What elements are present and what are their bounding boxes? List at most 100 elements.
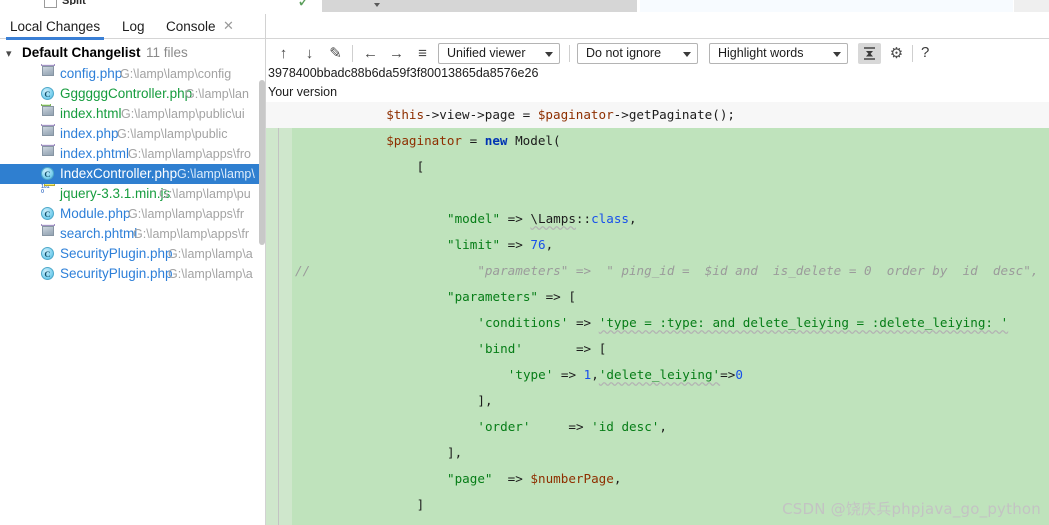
code-line[interactable]: // "parameters" => " ping_id = $id and i… <box>266 258 1049 284</box>
clipped-segment-2 <box>640 0 1013 12</box>
ignore-mode-select[interactable]: Do not ignore <box>577 43 698 64</box>
code-token: 0 <box>735 367 743 382</box>
code-token: $paginator <box>537 107 614 122</box>
code-token: = <box>462 133 485 148</box>
file-name: index.php <box>60 126 119 141</box>
file-path: G:\lamp\lamp\a <box>168 247 253 261</box>
help-question-icon[interactable]: ? <box>921 43 929 64</box>
js-file-icon: 1010JS <box>41 184 56 201</box>
code-line-text: 'bind' => [ <box>477 336 606 362</box>
code-line-text: "model" => \Lamps::class, <box>447 206 637 232</box>
code-token: "parameters" => " ping_id = $id and is_d… <box>447 263 1039 278</box>
file-list-item[interactable]: 1010JS jquery-3.3.1.min.jsG:\lamp\lamp\pu <box>0 184 265 204</box>
file-path: G:\lamp\lamp\ <box>177 167 255 181</box>
gear-icon[interactable]: ⚙ <box>886 43 907 64</box>
changelist-file-count: 11 files <box>146 45 188 60</box>
code-token: => <box>720 367 736 382</box>
code-line[interactable]: 'type' => 1,'delete_leiying'=>0 <box>266 362 1049 388</box>
code-line[interactable]: "parameters" => [ <box>266 284 1049 310</box>
close-icon[interactable]: ✕ <box>223 19 234 33</box>
code-line[interactable]: 'bind' => [ <box>266 336 1049 362</box>
code-line[interactable] <box>266 180 1049 206</box>
changelist-header[interactable]: ▾ Default Changelist 11 files <box>0 43 265 63</box>
diff-editor[interactable]: $this->view->page = $paginator->getPagin… <box>266 102 1049 525</box>
file-list-item[interactable]: C SecurityPlugin.php G:\lamp\lamp\a <box>0 244 265 264</box>
arrow-down-icon[interactable]: ↓ <box>299 43 320 64</box>
code-line[interactable]: [ <box>266 154 1049 180</box>
code-line-text: "parameters" => [ <box>447 284 576 310</box>
code-token: 'id desc' <box>591 419 660 434</box>
code-line[interactable]: "page" => $numberPage, <box>266 466 1049 492</box>
code-line-text: "limit" => 76, <box>447 232 553 258</box>
code-token: 'bind' <box>477 341 523 356</box>
code-line[interactable]: 'order' => 'id desc', <box>266 414 1049 440</box>
php-file-icon: PHP <box>41 124 56 141</box>
clipped-checkbox[interactable] <box>44 0 57 8</box>
arrow-right-icon[interactable]: → <box>386 43 407 64</box>
tab-local-changes[interactable]: Local Changes <box>6 16 105 40</box>
list-lines-icon[interactable]: ≡ <box>412 43 433 64</box>
diff-toolbar: ↑ ↓ ✎ ← → ≡ Unified viewer Do not ignore… <box>266 40 1049 67</box>
file-list-item[interactable]: Hindex.htmlG:\lamp\lamp\public\ui <box>0 104 265 124</box>
toolbar-separator-3 <box>912 45 913 62</box>
code-token: 'type = :type: and delete_leiying = :del… <box>598 315 1009 330</box>
arrow-left-icon[interactable]: ← <box>360 43 381 64</box>
code-line[interactable]: "model" => \Lamps::class, <box>266 206 1049 232</box>
file-path: G:\lamp\lamp\pu <box>159 187 251 201</box>
code-token: , <box>659 419 667 434</box>
code-token: :: <box>575 211 592 226</box>
code-token: \Lamps <box>530 211 576 226</box>
code-line-text: 'conditions' => 'type = :type: and delet… <box>477 310 1008 336</box>
file-list-item[interactable]: PHP index.phpG:\lamp\lamp\public <box>0 124 265 144</box>
file-list-item[interactable]: C IndexController.php G:\lamp\lamp\ <box>0 164 265 184</box>
code-line[interactable]: ], <box>266 388 1049 414</box>
code-token: $numberPage <box>530 471 614 486</box>
file-list-item[interactable]: PHP config.phpG:\lamp\lamp\config <box>0 64 265 84</box>
comment-marker: // <box>295 263 311 278</box>
pencil-icon[interactable]: ✎ <box>325 43 346 64</box>
file-list-item[interactable]: C Module.php G:\lamp\lamp\apps\fr <box>0 204 265 224</box>
code-line-text: "parameters" => " ping_id = $id and is_d… <box>447 258 1038 284</box>
highlight-mode-label: Highlight words <box>718 46 804 60</box>
changelist-title: Default Changelist <box>22 45 141 60</box>
tab-console[interactable]: Console <box>162 16 220 38</box>
left-panel-scrollbar[interactable] <box>259 80 265 245</box>
chevron-down-icon <box>833 52 841 57</box>
chevron-down-icon[interactable]: ▾ <box>6 49 12 60</box>
code-line[interactable]: "limit" => 76, <box>266 232 1049 258</box>
code-line[interactable]: $paginator = new Model( <box>266 128 1049 154</box>
tab-bar: Local Changes Log Console ✕ <box>0 14 1049 40</box>
viewer-mode-select[interactable]: Unified viewer <box>438 43 560 64</box>
code-token: ->getPaginate(); <box>613 107 735 122</box>
clipped-segment-1 <box>322 0 637 12</box>
code-line[interactable]: ); <box>266 518 1049 525</box>
code-token: "limit" <box>447 237 501 252</box>
class-file-icon: C <box>41 166 56 181</box>
file-list-item[interactable]: PHP index.phtmlG:\lamp\lamp\apps\fro <box>0 144 265 164</box>
code-line-text: $paginator = new Model( <box>386 128 560 154</box>
php-file-icon: PHP <box>41 144 56 161</box>
class-file-icon: C <box>41 246 56 261</box>
code-token: 76 <box>530 237 546 252</box>
code-line[interactable]: 'conditions' => 'type = :type: and delet… <box>266 310 1049 336</box>
file-list-item[interactable]: PHP search.phtmlG:\lamp\lamp\apps\fr <box>0 224 265 244</box>
code-line[interactable]: $this->view->page = $paginator->getPagin… <box>266 102 1049 128</box>
clipped-top-toolbar: Split ✓ <box>0 0 1049 14</box>
code-line-text: ], <box>447 440 462 466</box>
file-list-item[interactable]: C GgggggController.php G:\lamp\lan <box>0 84 265 104</box>
collapse-unchanged-icon[interactable] <box>858 43 881 64</box>
chevron-down-icon <box>683 52 691 57</box>
php-file-icon: PHP <box>41 64 56 81</box>
code-token: 'type' <box>507 367 554 382</box>
code-token: 'delete_leiying' <box>598 367 721 382</box>
your-version-label: Your version <box>268 85 338 99</box>
code-line-text: [ <box>417 154 425 180</box>
arrow-up-icon[interactable]: ↑ <box>273 43 294 64</box>
highlight-mode-select[interactable]: Highlight words <box>709 43 848 64</box>
code-token: "model" <box>447 211 501 226</box>
tab-log[interactable]: Log <box>118 16 149 38</box>
file-path: G:\lamp\lamp\apps\fro <box>128 147 251 161</box>
changes-tree-panel: ▾ Default Changelist 11 files PHP config.… <box>0 40 265 525</box>
file-list-item[interactable]: C SecurityPlugin.php G:\lamp\lamp\a <box>0 264 265 284</box>
code-line[interactable]: ], <box>266 440 1049 466</box>
